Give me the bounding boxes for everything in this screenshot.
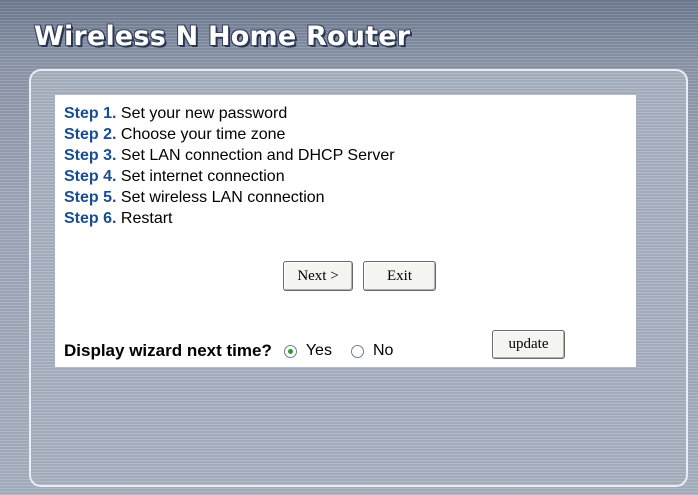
step-label: Step 1. bbox=[64, 105, 117, 122]
step-label: Step 4. bbox=[64, 168, 117, 185]
exit-button[interactable]: Exit bbox=[363, 261, 436, 291]
wizard-step-6: Step 6. Restart bbox=[64, 208, 395, 229]
yes-radio[interactable] bbox=[283, 344, 297, 358]
wizard-step-5: Step 5. Set wireless LAN connection bbox=[64, 187, 395, 208]
wizard-step-2: Step 2. Choose your time zone bbox=[64, 124, 395, 145]
step-label: Step 6. bbox=[64, 210, 117, 227]
wizard-step-3: Step 3. Set LAN connection and DHCP Serv… bbox=[64, 145, 395, 166]
next-button[interactable]: Next > bbox=[283, 261, 353, 291]
router-admin-frame: Wireless N Home Router Step 1. Set your … bbox=[0, 0, 698, 495]
step-text: Restart bbox=[120, 210, 173, 227]
step-text: Set internet connection bbox=[120, 168, 285, 185]
wizard-content: Step 1. Set your new password Step 2. Ch… bbox=[55, 95, 636, 367]
wizard-step-1: Step 1. Set your new password bbox=[64, 103, 395, 124]
step-text: Choose your time zone bbox=[120, 126, 286, 143]
step-label: Step 2. bbox=[64, 126, 117, 143]
display-wizard-row: Display wizard next time? Yes No bbox=[64, 339, 393, 363]
no-radio[interactable] bbox=[350, 344, 364, 358]
update-button[interactable]: update bbox=[492, 330, 565, 359]
yes-radio-label[interactable]: Yes bbox=[306, 342, 332, 360]
step-text: Set your new password bbox=[120, 105, 288, 122]
step-text: Set LAN connection and DHCP Server bbox=[120, 147, 395, 164]
display-wizard-label: Display wizard next time? bbox=[64, 341, 272, 360]
no-radio-label[interactable]: No bbox=[373, 342, 393, 360]
page-title: Wireless N Home Router bbox=[34, 21, 411, 52]
wizard-steps-list: Step 1. Set your new password Step 2. Ch… bbox=[64, 103, 395, 229]
step-text: Set wireless LAN connection bbox=[120, 189, 325, 206]
step-label: Step 3. bbox=[64, 147, 117, 164]
wizard-step-4: Step 4. Set internet connection bbox=[64, 166, 395, 187]
step-label: Step 5. bbox=[64, 189, 117, 206]
